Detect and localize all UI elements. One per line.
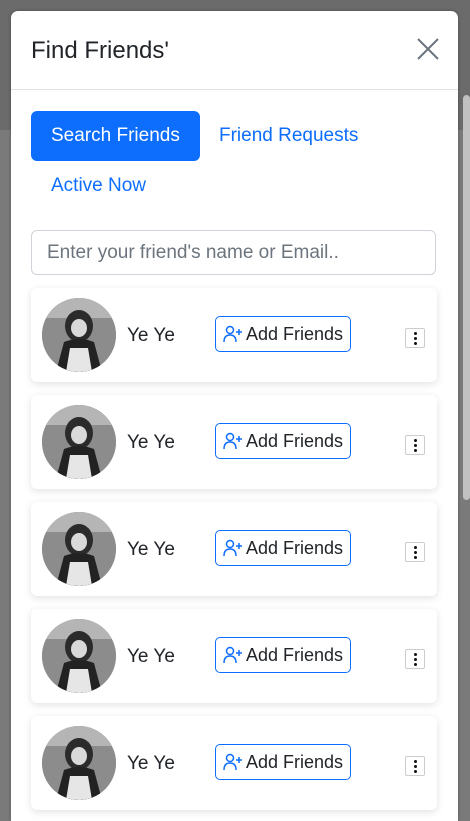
tab-search-friends[interactable]: Search Friends: [31, 111, 200, 161]
add-friend-label: Add Friends: [245, 644, 344, 665]
add-friend-label: Add Friends: [245, 537, 344, 558]
add-friend-button[interactable]: Add Friends: [215, 744, 351, 780]
search-input[interactable]: [31, 230, 436, 275]
more-options-button[interactable]: [405, 435, 425, 455]
add-friend-button[interactable]: Add Friends: [215, 530, 351, 566]
person-plus-icon: [223, 539, 242, 557]
add-friend-button[interactable]: Add Friends: [215, 316, 351, 352]
add-friend-button[interactable]: Add Friends: [215, 637, 351, 673]
kebab-icon: [413, 438, 417, 442]
list-item: Ye Ye Add Friends: [31, 288, 437, 382]
add-friend-label: Add Friends: [245, 751, 344, 772]
close-icon: [417, 38, 439, 60]
person-plus-icon: [223, 432, 242, 450]
kebab-icon: [413, 652, 417, 656]
kebab-icon: [413, 545, 417, 549]
list-item: Ye Ye Add Friends: [31, 502, 437, 596]
add-friend-label: Add Friends: [245, 323, 344, 344]
more-options-button[interactable]: [405, 328, 425, 348]
avatar: [42, 726, 116, 800]
add-friend-label: Add Friends: [245, 430, 344, 451]
avatar: [42, 619, 116, 693]
friend-name: Ye Ye: [127, 646, 175, 667]
more-options-button[interactable]: [405, 542, 425, 562]
friend-name: Ye Ye: [127, 539, 175, 560]
friend-tabs: Search Friends Friend Requests Active No…: [11, 90, 458, 215]
add-friend-button[interactable]: Add Friends: [215, 423, 351, 459]
person-plus-icon: [223, 325, 242, 343]
person-plus-icon: [223, 753, 242, 771]
avatar: [42, 298, 116, 372]
friend-name: Ye Ye: [127, 753, 175, 774]
person-plus-icon: [223, 646, 242, 664]
avatar: [42, 405, 116, 479]
tab-friend-requests[interactable]: Friend Requests: [199, 111, 378, 161]
page-scrollbar[interactable]: [463, 95, 470, 500]
find-friends-modal: Find Friends' Search Friends Friend Requ…: [11, 11, 458, 821]
kebab-icon: [413, 759, 417, 763]
list-item: Ye Ye Add Friends: [31, 609, 437, 703]
list-item: Ye Ye Add Friends: [31, 716, 437, 810]
tab-active-now[interactable]: Active Now: [31, 161, 166, 211]
kebab-icon: [413, 331, 417, 335]
modal-header: Find Friends': [11, 11, 458, 90]
avatar: [42, 512, 116, 586]
close-button[interactable]: [416, 37, 440, 61]
list-item: Ye Ye Add Friends: [31, 395, 437, 489]
more-options-button[interactable]: [405, 756, 425, 776]
friend-name: Ye Ye: [127, 325, 175, 346]
friend-name: Ye Ye: [127, 432, 175, 453]
modal-title: Find Friends': [31, 37, 169, 64]
more-options-button[interactable]: [405, 649, 425, 669]
